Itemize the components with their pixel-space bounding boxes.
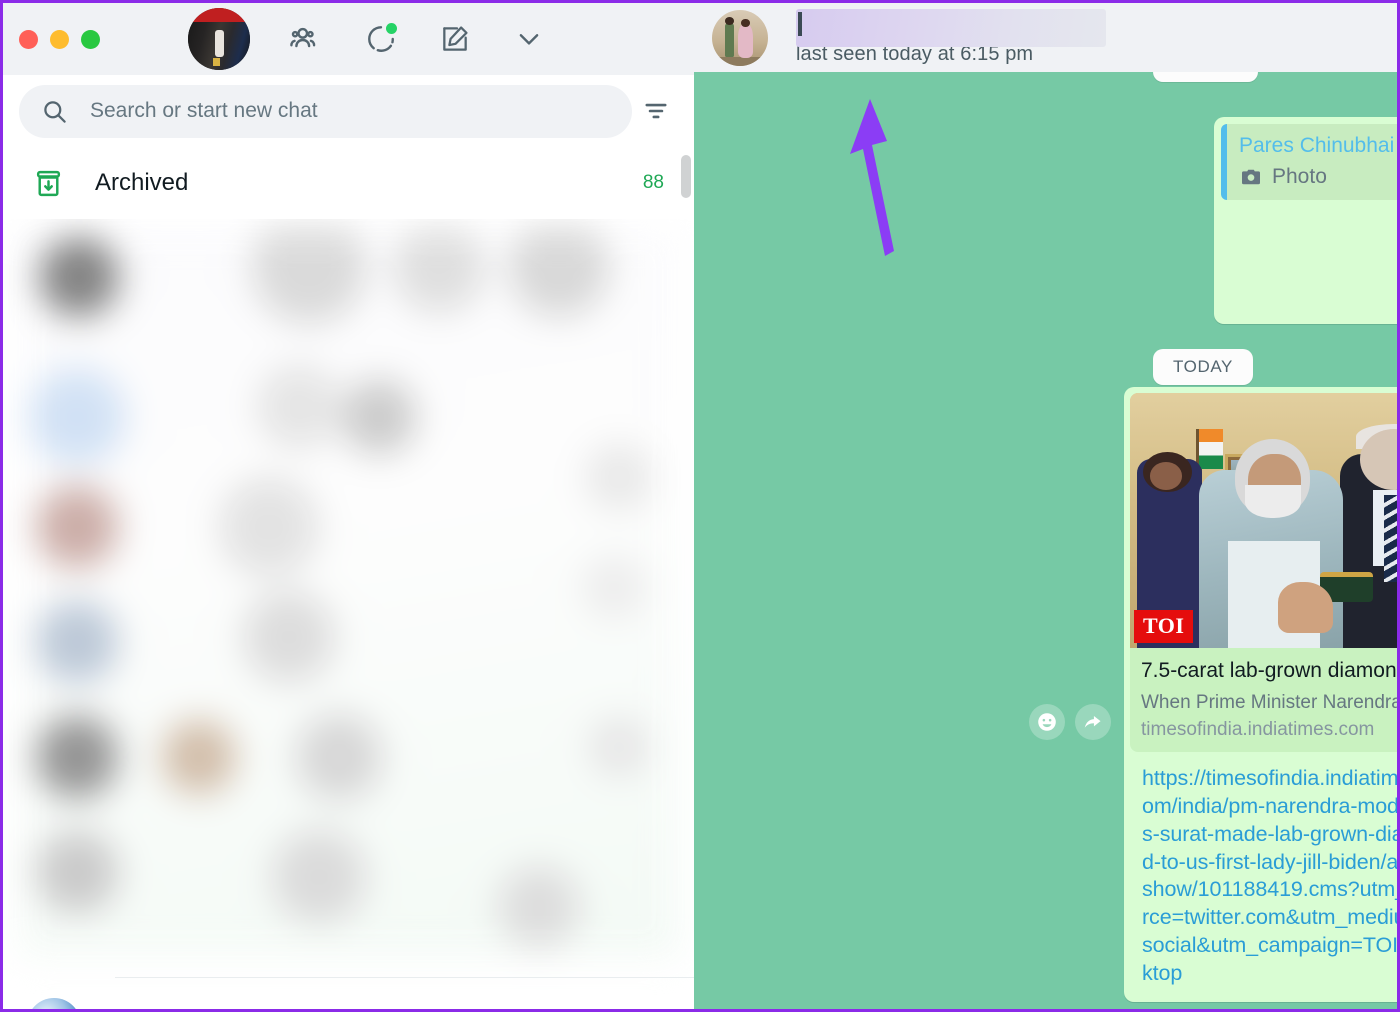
quoted-author: Pares Chinubhai S	[1239, 134, 1397, 157]
archived-count: 88	[642, 172, 664, 193]
user-profile-avatar[interactable]	[188, 8, 250, 70]
link-preview-card[interactable]: TOI 7.5-carat lab-grown diamond PM Modi …	[1130, 393, 1397, 752]
react-emoji-button[interactable]	[1029, 704, 1065, 740]
new-chat-icon[interactable]	[438, 22, 472, 56]
list-divider	[115, 977, 694, 978]
search-icon	[41, 98, 68, 125]
quoted-body: Photo	[1239, 165, 1397, 189]
sidebar-scrollbar[interactable]	[681, 151, 691, 909]
sidebar: Archived 88 Raja Uncle	[3, 3, 694, 1009]
quoted-content-label: Photo	[1272, 165, 1327, 189]
link-preview-title: 7.5-carat lab-grown diamond PM Modi gift…	[1141, 659, 1397, 682]
contact-avatar[interactable]	[712, 9, 768, 66]
whatsapp-window: Archived 88 Raja Uncle	[0, 0, 1400, 1012]
forward-message-button[interactable]	[1075, 704, 1111, 740]
sidebar-topbar-icons	[188, 8, 546, 70]
filter-icon[interactable]	[632, 87, 680, 135]
chat-header[interactable]: last seen today at 6:15 pm	[694, 3, 1397, 72]
archived-label: Archived	[95, 169, 189, 196]
maximize-window-button[interactable]	[81, 29, 100, 49]
window-traffic-lights	[3, 29, 100, 49]
message-list[interactable]: FRIDAY Pares Chinubhai S Photo �	[694, 72, 1397, 1009]
link-preview-domain: timesofindia.indiatimes.com	[1141, 718, 1375, 740]
link-preview-description: When Prime Minister Narendra Modi	[1141, 691, 1397, 713]
sidebar-topbar	[3, 3, 694, 75]
search-input[interactable]	[90, 99, 610, 123]
archive-box-icon	[33, 168, 81, 199]
message-url-text[interactable]: https://timesofindia.indiatimes.com/indi…	[1130, 752, 1397, 999]
search-box[interactable]	[19, 84, 632, 138]
camera-icon	[1239, 165, 1263, 189]
quoted-message[interactable]: Pares Chinubhai S Photo	[1221, 124, 1397, 201]
message-hover-actions	[1029, 704, 1111, 740]
archived-row[interactable]: Archived 88	[3, 147, 694, 219]
search-bar-row	[3, 75, 694, 147]
close-window-button[interactable]	[19, 29, 38, 49]
scrollbar-thumb[interactable]	[681, 155, 691, 198]
status-unread-dot	[386, 23, 397, 34]
date-chip-friday: FRIDAY	[1153, 72, 1258, 82]
chat-list[interactable]: Raja Uncle	[3, 219, 694, 1009]
link-preview-meta: 7.5-carat lab-grown diamond PM Modi gift…	[1130, 648, 1397, 752]
link-preview-image: TOI	[1130, 393, 1397, 648]
chevron-down-icon[interactable]	[512, 22, 546, 56]
message-bubble-forwarded[interactable]: Pares Chinubhai S Photo 🎆	[1214, 117, 1397, 324]
communities-icon[interactable]	[290, 22, 324, 56]
toi-logo: TOI	[1134, 610, 1194, 643]
list-item[interactable]: Raja Uncle	[3, 985, 694, 1009]
avatar	[27, 998, 81, 1009]
message-bubble-link[interactable]: TOI 7.5-carat lab-grown diamond PM Modi …	[1124, 387, 1397, 1003]
date-chip-today: TODAY	[1153, 349, 1253, 385]
chat-header-text: last seen today at 6:15 pm	[796, 9, 1106, 66]
minimize-window-button[interactable]	[50, 29, 69, 49]
contact-name-redacted	[796, 9, 1106, 47]
status-icon[interactable]	[364, 22, 398, 56]
annotation-arrow-icon	[850, 99, 894, 256]
chat-panel: last seen today at 6:15 pm FRIDAY Pares …	[694, 3, 1397, 1009]
chat-list-blurred-rows	[19, 227, 679, 957]
